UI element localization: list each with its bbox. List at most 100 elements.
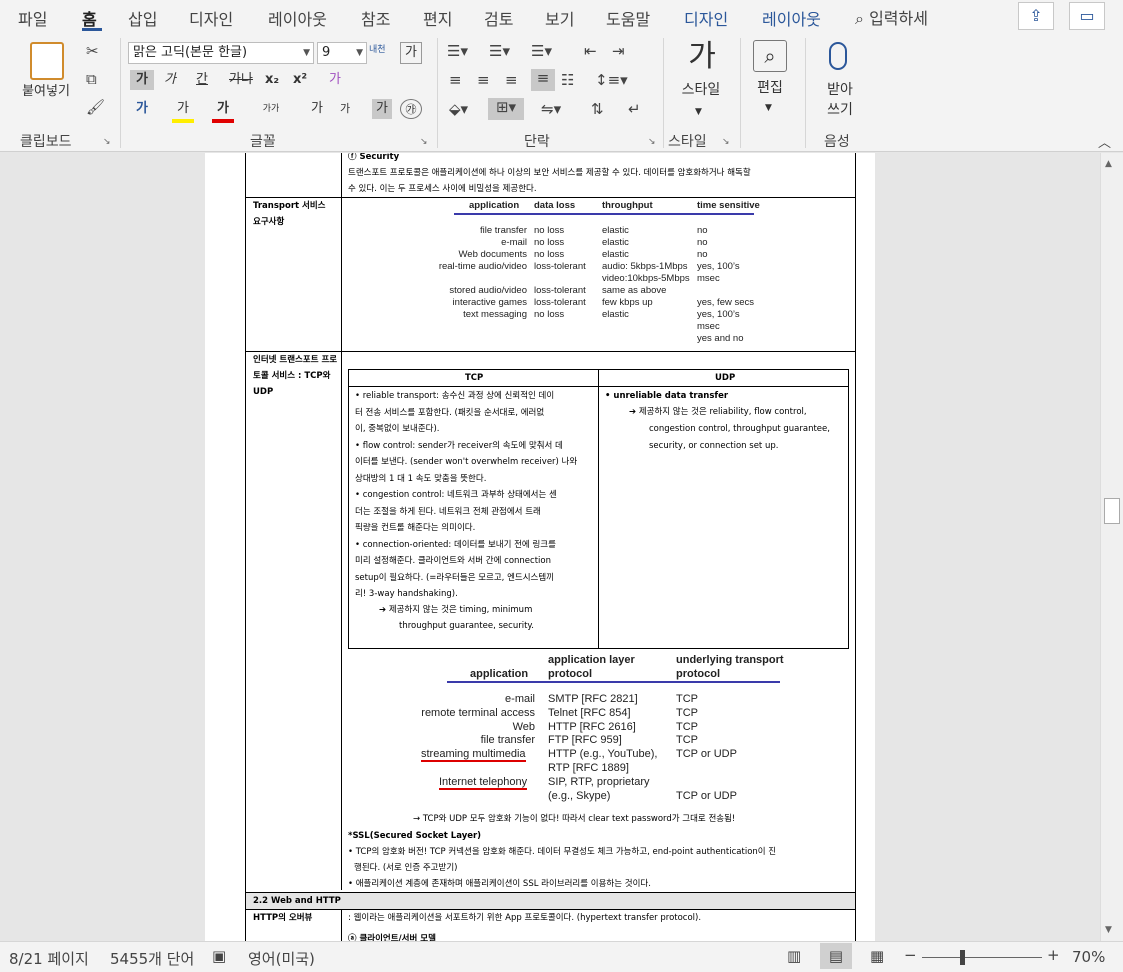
section-header-2-2: 2.2 Web and HTTP xyxy=(253,896,341,906)
search-icon: ⌕ xyxy=(855,9,864,28)
tab-design[interactable]: 디자인 xyxy=(189,6,233,30)
shading-icon[interactable]: ⬙▾ xyxy=(449,100,468,118)
read-mode-icon[interactable]: ▥ xyxy=(787,947,801,965)
language[interactable]: 영어(미국) xyxy=(248,948,315,969)
font-size-combo[interactable]: 9 ▼ xyxy=(317,42,367,64)
editing-button[interactable]: 편집 xyxy=(752,78,788,98)
justify-icon[interactable]: ≡ xyxy=(531,69,555,91)
word-count[interactable]: 5455개 단어 xyxy=(110,948,194,969)
print-layout-icon[interactable]: ▤ xyxy=(820,943,852,969)
font-color-button[interactable]: 가 xyxy=(212,99,234,123)
vertical-scrollbar[interactable]: ▲ ▼ xyxy=(1100,153,1123,941)
share-icon[interactable]: ⇪ xyxy=(1018,2,1054,30)
grow-font-button[interactable]: 가 xyxy=(306,99,328,119)
zoom-out-icon[interactable]: − xyxy=(904,946,917,964)
char-spacing-button[interactable]: 내천 xyxy=(369,40,386,60)
paragraph-launcher-icon[interactable]: ↘ xyxy=(648,137,656,147)
superscript-button[interactable]: x² xyxy=(290,70,310,90)
paste-icon[interactable] xyxy=(30,42,64,80)
font-name-combo[interactable]: 맑은 고딕(본문 한글) ▼ xyxy=(128,42,314,64)
ssl-line3: • 애플리케이션 계층에 존재하며 애플리케이션이 SSL 라이브러리를 이용하… xyxy=(348,879,651,889)
tab-file[interactable]: 파일 xyxy=(18,6,47,30)
align-right-icon[interactable]: ≡ xyxy=(505,71,518,89)
char-shading-button[interactable]: 가 xyxy=(372,99,392,119)
distributed-icon[interactable]: ☷ xyxy=(561,71,574,89)
styles-button[interactable]: 스타일 xyxy=(672,80,730,100)
italic-button[interactable]: 가 xyxy=(160,70,180,90)
bold-button[interactable]: 가 xyxy=(130,70,154,90)
tab-table-layout[interactable]: 레이아웃 xyxy=(762,6,821,30)
app-header-application: application xyxy=(470,668,529,680)
zoom-in-icon[interactable]: + xyxy=(1047,946,1060,964)
clipboard-launcher-icon[interactable]: ↘ xyxy=(103,137,111,147)
req-cell: same as above xyxy=(602,285,667,296)
tab-review[interactable]: 검토 xyxy=(484,6,513,30)
tab-insert[interactable]: 삽입 xyxy=(128,6,157,30)
numbering-icon[interactable]: ☰▾ xyxy=(489,42,510,60)
req-header-throughput: throughput xyxy=(602,200,653,211)
document-page[interactable]: ⓕ Security 트랜스포트 프로토콜은 애플리케이션에 하나 이상의 보안… xyxy=(205,153,875,941)
scrollbar-thumb[interactable] xyxy=(1104,498,1120,524)
req-cell: no xyxy=(697,249,708,260)
subscript-button[interactable]: x₂ xyxy=(262,70,282,90)
req-header-data-loss: data loss xyxy=(534,200,576,211)
app-cell: TCP or UDP xyxy=(676,748,737,761)
shrink-font-button[interactable]: 가 xyxy=(334,99,356,119)
bullets-icon[interactable]: ☰▾ xyxy=(447,42,468,60)
tab-references[interactable]: 참조 xyxy=(361,6,390,30)
zoom-slider-track[interactable] xyxy=(922,957,1042,958)
decrease-indent-icon[interactable]: ⇤ xyxy=(584,42,597,60)
styles-gallery-icon[interactable]: 가 xyxy=(678,38,726,76)
tab-mailings[interactable]: 편지 xyxy=(423,6,452,30)
enclosed-char-button[interactable]: ㉮ xyxy=(400,99,422,119)
tab-help[interactable]: 도움말 xyxy=(606,6,650,30)
tab-layout[interactable]: 레이아웃 xyxy=(268,6,327,30)
microphone-icon[interactable] xyxy=(829,42,847,70)
find-icon[interactable]: ⌕ xyxy=(753,40,787,72)
align-center-icon[interactable]: ≡ xyxy=(477,71,490,89)
clear-format-button[interactable]: 가 xyxy=(324,70,346,90)
paste-button[interactable]: 붙여넣기 xyxy=(12,82,80,102)
format-painter-icon[interactable]: 🖌 xyxy=(86,98,105,116)
tell-me-search[interactable]: ⌕ 입력하세 xyxy=(855,5,928,29)
styles-launcher-icon[interactable]: ↘ xyxy=(722,137,730,147)
highlight-color-button[interactable]: 가 xyxy=(172,99,194,123)
tab-home[interactable]: 홈 xyxy=(82,6,97,30)
app-cell: file transfer xyxy=(480,734,535,747)
paragraph-marks-icon[interactable]: ↵ xyxy=(628,100,641,118)
font-launcher-icon[interactable]: ↘ xyxy=(420,137,428,147)
tab-view[interactable]: 보기 xyxy=(545,6,574,30)
multilevel-list-icon[interactable]: ☰▾ xyxy=(531,42,552,60)
zoom-level[interactable]: 70% xyxy=(1072,948,1105,966)
app-cell: Internet telephony xyxy=(439,775,528,790)
copy-icon[interactable]: ⧉ xyxy=(86,70,97,88)
scroll-down-icon[interactable]: ▼ xyxy=(1105,925,1112,935)
dictate-button-line1[interactable]: 받아 xyxy=(812,80,868,100)
comments-icon[interactable]: ▭ xyxy=(1069,2,1105,30)
tab-table-design[interactable]: 디자인 xyxy=(684,6,728,30)
phonetic-button[interactable]: 가가 xyxy=(256,99,286,119)
text-effects-button[interactable]: 가 xyxy=(130,99,154,119)
cut-icon[interactable]: ✂ xyxy=(86,42,99,60)
borders-icon[interactable]: ⊞▾ xyxy=(488,98,524,120)
tcp-feature-line: 미리 설정해준다. 클라이언트와 서버 간에 connection xyxy=(355,556,551,566)
proofing-icon[interactable]: ▣ xyxy=(212,947,226,965)
req-cell: Web documents xyxy=(458,249,527,260)
char-border-button[interactable]: 가 xyxy=(400,42,422,64)
tcp-feature-line: 이, 중복없이 보내준다). xyxy=(355,424,440,434)
underline-button[interactable]: 간 xyxy=(190,70,214,90)
tcp-feature-line: 이터를 보낸다. (sender won't overwhelm receive… xyxy=(355,457,578,467)
zoom-slider-thumb[interactable] xyxy=(960,950,965,965)
strikethrough-button[interactable]: 가나 xyxy=(228,70,254,90)
clipboard-group-label: 클립보드 xyxy=(20,134,72,150)
align-left-icon[interactable]: ≡ xyxy=(449,71,462,89)
sort-icon[interactable]: ⇅ xyxy=(591,100,604,118)
line-spacing-icon[interactable]: ↕≡▾ xyxy=(595,71,628,89)
collapse-ribbon-icon[interactable]: ︿ xyxy=(1098,132,1111,151)
asian-layout-icon[interactable]: ⇋▾ xyxy=(541,100,561,118)
dictate-button-line2[interactable]: 쓰기 xyxy=(812,100,868,120)
page-count[interactable]: 8/21 페이지 xyxy=(9,948,89,969)
increase-indent-icon[interactable]: ⇥ xyxy=(612,42,625,60)
scroll-up-icon[interactable]: ▲ xyxy=(1105,159,1112,169)
web-layout-icon[interactable]: ▦ xyxy=(870,947,884,965)
